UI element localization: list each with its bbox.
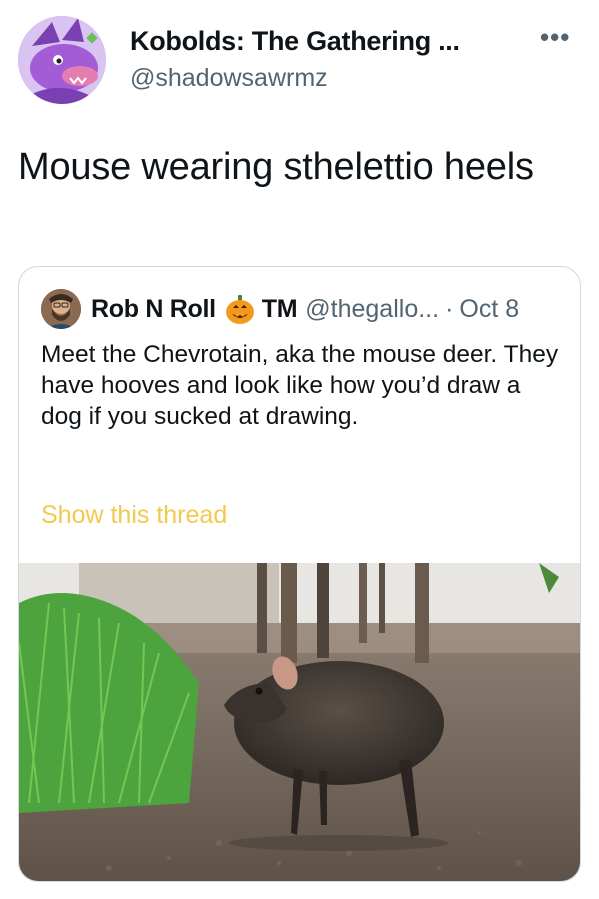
author-handle[interactable]: @shadowsawrmz xyxy=(130,64,328,93)
author-name[interactable]: Kobolds: The Gathering ... xyxy=(130,26,460,57)
bearded-man-avatar-icon xyxy=(41,289,81,329)
quoted-author-avatar[interactable] xyxy=(41,289,81,329)
quoted-tweet-header: Rob N Roll TM @thegallo... · Oct 8 xyxy=(91,293,519,325)
quoted-author-name[interactable]: Rob N Roll xyxy=(91,295,216,324)
quoted-tweet[interactable]: Rob N Roll TM @thegallo... · Oct 8 Meet … xyxy=(18,266,581,882)
pumpkin-emoji-icon xyxy=(224,293,256,325)
chevrotain-photo[interactable] xyxy=(19,563,580,881)
quoted-author-name-suffix[interactable]: TM xyxy=(262,295,298,324)
quoted-tweet-text: Meet the Chevrotain, aka the mouse deer.… xyxy=(41,341,559,430)
more-options-icon[interactable]: ••• xyxy=(540,22,570,53)
quoted-tweet-date[interactable]: Oct 8 xyxy=(459,295,519,324)
show-thread-link[interactable]: Show this thread xyxy=(41,501,227,530)
kobold-avatar-icon xyxy=(18,16,106,104)
quoted-author-handle[interactable]: @thegallo... xyxy=(305,295,439,324)
tweet-text: Mouse wearing sthelettio heels xyxy=(18,146,534,188)
separator-dot: · xyxy=(445,294,454,323)
author-avatar[interactable] xyxy=(18,16,106,104)
